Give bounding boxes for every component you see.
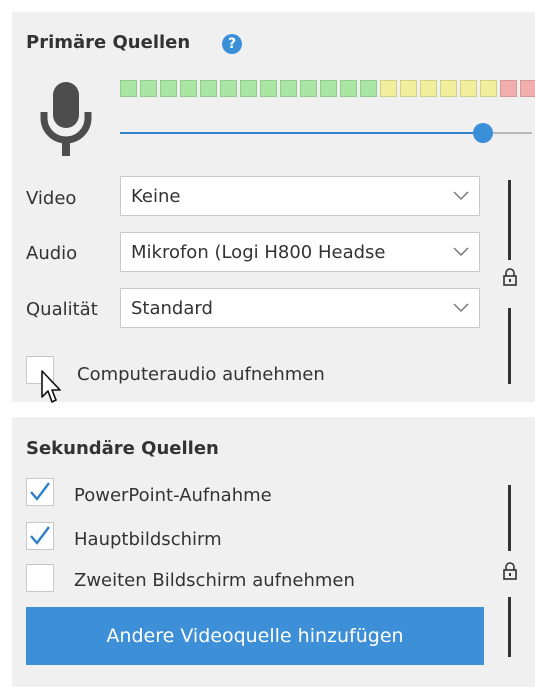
meter-segment [520,80,535,97]
meter-segment [340,80,357,97]
main-screen-checkbox[interactable] [26,522,54,550]
meter-segment [120,80,137,97]
meter-segment [400,80,417,97]
second-screen-checkbox[interactable] [26,564,54,592]
meter-segment [500,80,517,97]
chevron-down-icon [453,191,469,201]
primary-sources-panel: Primäre Quellen ? Video Keine Audio Mikr… [12,12,535,402]
help-icon[interactable]: ? [222,34,242,54]
checkmark-icon [30,526,50,545]
audio-level-meter [120,80,535,100]
volume-slider-fill [120,132,483,134]
chevron-down-icon [453,247,469,257]
meter-segment [440,80,457,97]
computer-audio-label[interactable]: Computeraudio aufnehmen [77,364,325,385]
meter-segment [360,80,377,97]
mouse-cursor-icon [41,370,61,403]
main-screen-label[interactable]: Hauptbildschirm [74,529,222,550]
meter-segment [260,80,277,97]
audio-label: Audio [26,243,78,264]
meter-segment [180,80,197,97]
video-select[interactable]: Keine [120,176,480,216]
meter-segment [300,80,317,97]
meter-segment [160,80,177,97]
meter-segment [320,80,337,97]
meter-segment [140,80,157,97]
checkmark-icon [30,482,50,501]
link-line-bottom [508,308,511,384]
secondary-sources-title: Sekundäre Quellen [26,438,219,459]
link-line-top [508,485,511,551]
secondary-sources-panel: Sekundäre Quellen PowerPoint-Aufnahme Ha… [12,417,535,687]
meter-segment [380,80,397,97]
second-screen-label[interactable]: Zweiten Bildschirm aufnehmen [74,570,355,591]
volume-slider[interactable] [120,123,532,143]
quality-select-value: Standard [131,298,213,319]
add-video-source-button[interactable]: Andere Videoquelle hinzufügen [26,607,484,665]
meter-segment [240,80,257,97]
powerpoint-recording-label[interactable]: PowerPoint-Aufnahme [74,485,272,506]
powerpoint-recording-checkbox[interactable] [26,478,54,506]
audio-select[interactable]: Mikrofon (Logi H800 Headse [120,232,480,272]
meter-segment [220,80,237,97]
lock-icon[interactable] [503,268,517,286]
quality-label: Qualität [26,299,98,320]
video-label: Video [26,188,77,209]
meter-segment [480,80,497,97]
primary-sources-title: Primäre Quellen [26,32,191,53]
lock-icon[interactable] [503,562,517,580]
chevron-down-icon [453,303,469,313]
audio-select-value: Mikrofon (Logi H800 Headse [131,242,386,263]
meter-segment [420,80,437,97]
microphone-icon [40,82,92,156]
link-line-top [508,180,511,260]
volume-slider-thumb[interactable] [472,123,493,143]
meter-segment [460,80,477,97]
quality-select[interactable]: Standard [120,288,480,328]
link-line-bottom [508,597,511,657]
meter-segment [200,80,217,97]
video-select-value: Keine [131,186,181,207]
meter-segment [280,80,297,97]
